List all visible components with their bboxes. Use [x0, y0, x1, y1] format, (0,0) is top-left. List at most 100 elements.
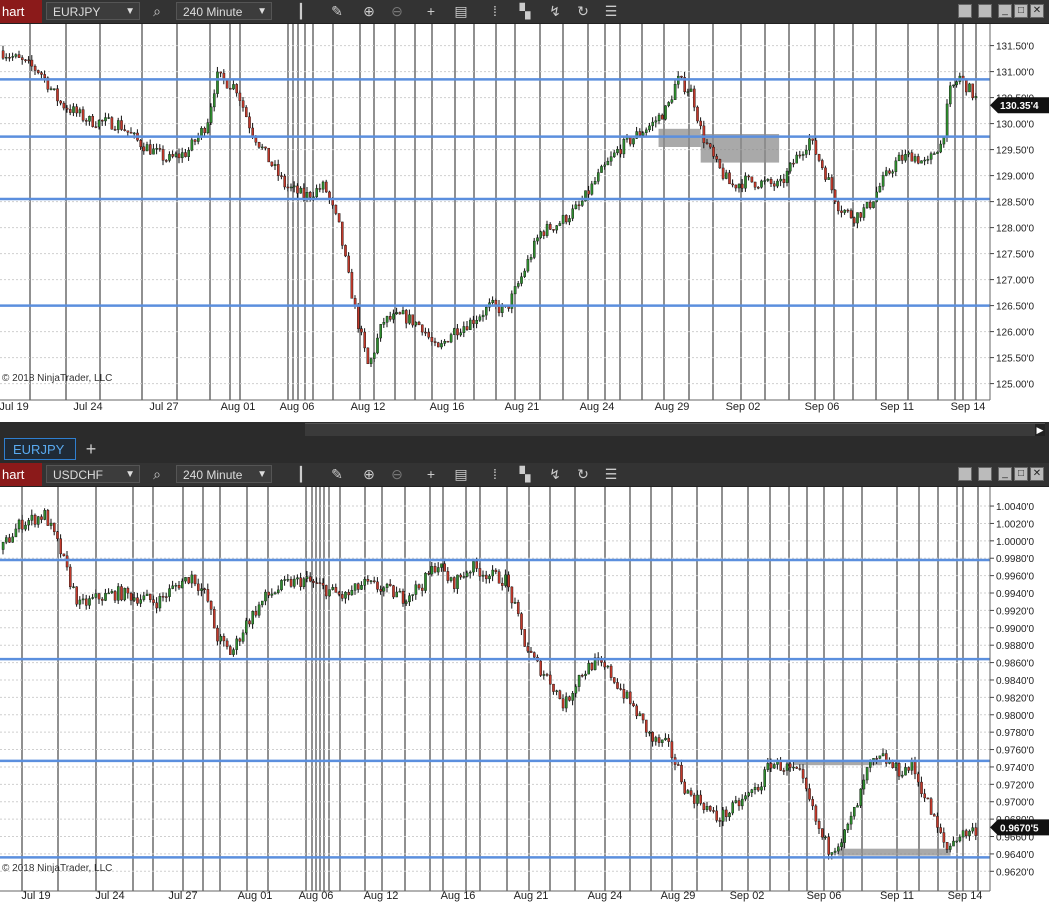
zoom-out-icon[interactable]: ⊖	[388, 2, 406, 20]
close-icon[interactable]: ✕	[1030, 4, 1044, 18]
price-chart-eurjpy[interactable]: 131.50'0131.00'0130.50'0130.00'0129.50'0…	[0, 24, 1049, 422]
candle-down	[741, 183, 744, 189]
candle-down	[475, 561, 479, 569]
reload-icon[interactable]: ↻	[574, 2, 592, 20]
candle-up	[571, 693, 574, 701]
strategies-icon[interactable]: ▚	[516, 2, 534, 20]
indicators-icon[interactable]: ⁞	[486, 2, 504, 20]
zoom-out-icon[interactable]: ⊖	[388, 465, 406, 483]
candle-down	[446, 341, 450, 343]
chart-menu-tab[interactable]: hart	[0, 0, 42, 23]
y-tick-label: 0.9880'0	[996, 641, 1034, 652]
candle-up	[603, 164, 606, 167]
candle-down	[696, 106, 699, 122]
candle-down	[430, 337, 434, 342]
candle-down	[699, 120, 702, 127]
candle-up	[382, 587, 386, 592]
horizontal-scrollbar[interactable]: ▶	[305, 423, 1045, 436]
candle-down	[405, 310, 408, 324]
search-icon[interactable]: ⌕	[148, 2, 166, 20]
candle-up	[513, 602, 517, 604]
candle-up	[955, 840, 958, 843]
tile-icon[interactable]	[958, 467, 972, 481]
candle-up	[430, 566, 434, 575]
interval-selector[interactable]: 240 Minute ▼	[176, 2, 272, 20]
candle-up	[795, 154, 798, 164]
candle-up	[283, 579, 287, 581]
candle-down	[366, 347, 370, 364]
y-tick-label: 0.9840'0	[996, 676, 1034, 687]
candle-up	[968, 830, 971, 837]
indicators-icon[interactable]: ⁞	[486, 465, 504, 483]
instrument-label: USDCHF	[53, 468, 103, 482]
add-tab-button[interactable]: +	[82, 438, 100, 460]
properties-icon[interactable]: ☰	[602, 2, 620, 20]
candle-down	[37, 70, 40, 73]
chart-trader-icon[interactable]: ↯	[546, 2, 564, 20]
bar-style-icon[interactable]: ┃	[292, 465, 310, 483]
candle-up	[24, 524, 27, 530]
interval-selector[interactable]: 240 Minute ▼	[176, 465, 272, 483]
candle-up	[17, 519, 21, 530]
zoom-in-icon[interactable]: ⊕	[360, 2, 378, 20]
tile-2-icon[interactable]	[978, 4, 992, 18]
candle-up	[776, 180, 779, 187]
bar-style-icon[interactable]: ┃	[292, 2, 310, 20]
zoom-in-icon[interactable]: ⊕	[360, 465, 378, 483]
draw-pencil-icon[interactable]: ✎	[328, 465, 346, 483]
price-chart-usdchf[interactable]: 1.0040'0 1.0020'0 1.0000'0 0.9980'0 0.9960'0…	[0, 487, 1049, 913]
instrument-selector[interactable]: EURJPY ▼	[46, 2, 140, 20]
tile-icon[interactable]	[958, 4, 972, 18]
candle-up	[961, 830, 965, 838]
candle-up	[385, 316, 389, 323]
candle-down	[363, 331, 367, 349]
candle-up	[577, 675, 581, 687]
search-icon[interactable]: ⌕	[148, 465, 166, 483]
candle-down	[228, 88, 232, 90]
scroll-right-icon[interactable]: ▶	[1035, 424, 1045, 436]
data-box-icon[interactable]: ▤	[452, 465, 470, 483]
candle-down	[334, 587, 338, 593]
close-icon[interactable]: ✕	[1030, 467, 1044, 481]
candle-down	[321, 582, 325, 586]
candle-down	[62, 102, 66, 109]
tab-eurjpy[interactable]: EURJPY	[4, 438, 76, 460]
chart-panel-usdchf[interactable]: 1.0040'0 1.0020'0 1.0000'0 0.9980'0 0.9960'0…	[0, 487, 1049, 913]
minimize-icon[interactable]: _	[998, 467, 1012, 481]
chart-trader-icon[interactable]: ↯	[546, 465, 564, 483]
data-box-icon[interactable]: ▤	[452, 2, 470, 20]
maximize-icon[interactable]: □	[1014, 4, 1028, 18]
candle-up	[949, 85, 952, 105]
strategies-icon[interactable]: ▚	[516, 465, 534, 483]
candle-down	[389, 316, 392, 320]
tile-2-icon[interactable]	[978, 467, 992, 481]
chart-menu-tab[interactable]: hart	[0, 463, 42, 486]
chart-panel-eurjpy[interactable]: 131.50'0131.00'0130.50'0130.00'0129.50'0…	[0, 24, 1049, 422]
draw-pencil-icon[interactable]: ✎	[328, 2, 346, 20]
chart-toolbar-bottom: hart USDCHF ▼ ⌕ 240 Minute ▼ ┃ ✎ ⊕ ⊖ + ▤…	[0, 463, 1049, 487]
maximize-icon[interactable]: □	[1014, 467, 1028, 481]
crosshair-icon[interactable]: +	[422, 2, 440, 20]
crosshair-icon[interactable]: +	[422, 465, 440, 483]
candle-up	[561, 215, 565, 224]
candle-down	[341, 594, 344, 599]
y-tick-label: 126.50'0	[996, 302, 1034, 313]
candle-up	[408, 314, 411, 324]
candle-up	[360, 585, 363, 590]
candle-up	[606, 665, 610, 668]
candle-up	[865, 767, 869, 781]
minimize-icon[interactable]: _	[998, 4, 1012, 18]
candle-down	[184, 152, 187, 157]
properties-icon[interactable]: ☰	[602, 465, 620, 483]
candle-up	[830, 852, 834, 855]
reload-icon[interactable]: ↻	[574, 465, 592, 483]
candle-up	[132, 132, 136, 135]
candle-down	[446, 571, 450, 581]
candle-up	[299, 187, 303, 194]
instrument-selector[interactable]: USDCHF ▼	[46, 465, 140, 483]
candle-up	[209, 106, 213, 123]
x-tick-label: Sep 14	[951, 401, 986, 413]
candle-down	[24, 59, 27, 61]
candle-up	[49, 88, 53, 90]
candle-up	[241, 632, 245, 642]
